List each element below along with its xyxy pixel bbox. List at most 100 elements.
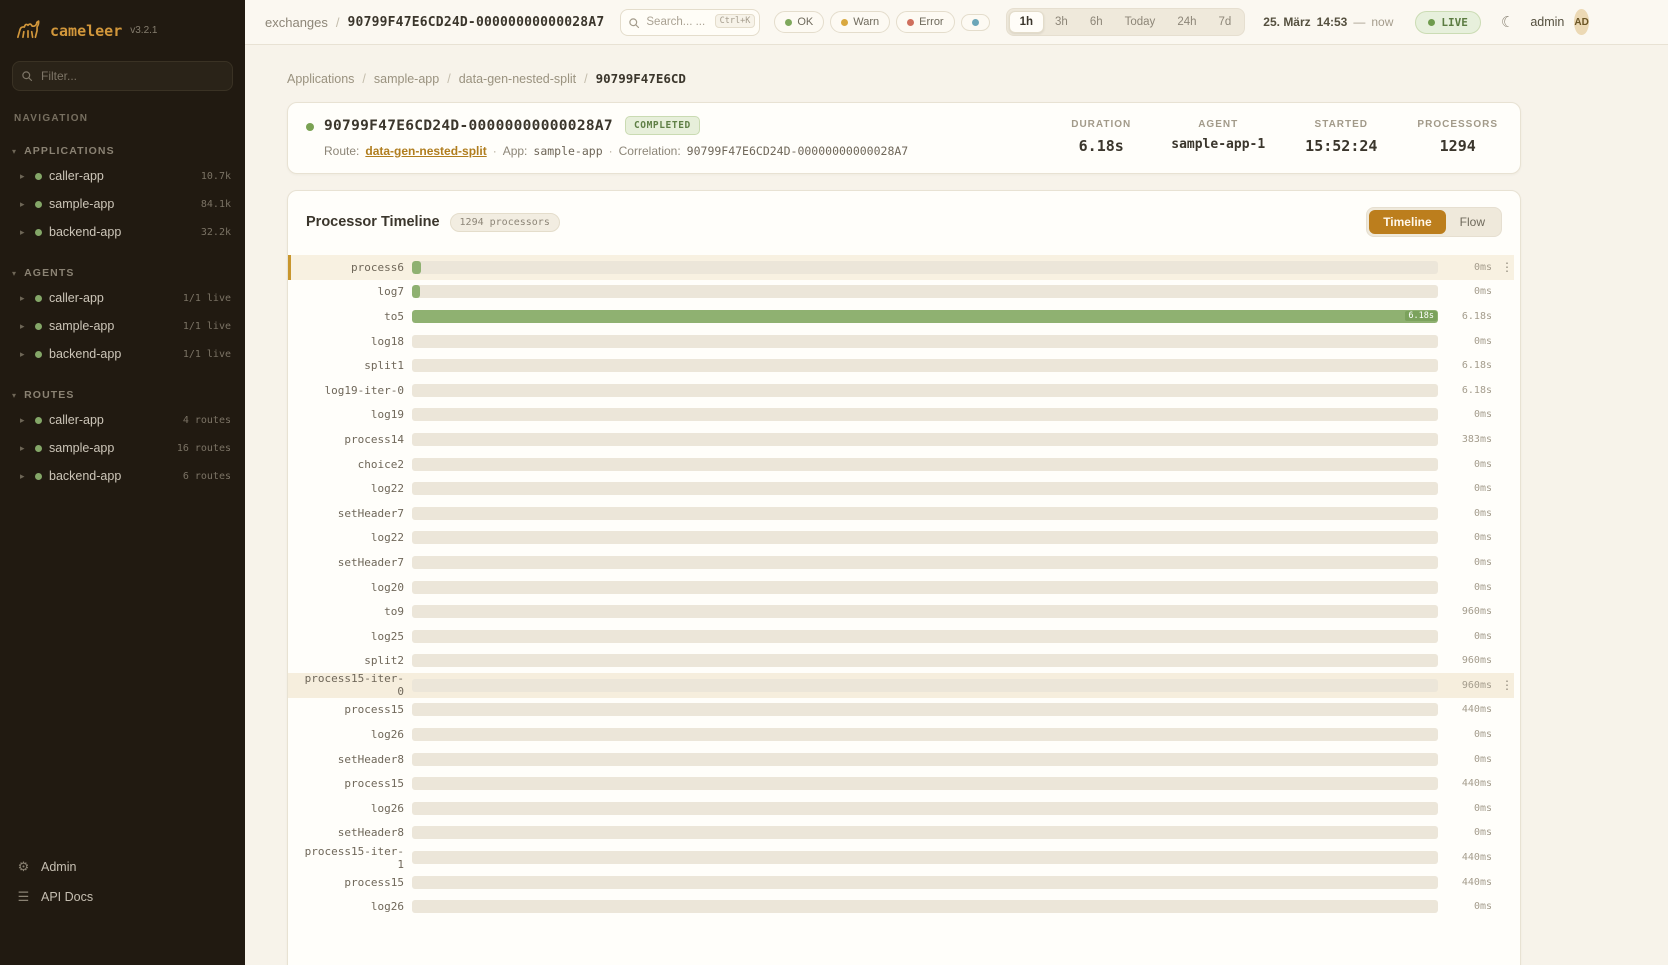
duration-value: 960ms [1446, 606, 1492, 617]
sidebar-item-label: backend-app [49, 225, 194, 239]
timeline-row-choice2[interactable]: choice2 0ms ⋮ [288, 452, 1514, 477]
timeline-track [412, 826, 1438, 839]
meta-separator: · [609, 144, 613, 158]
sidebar-footer-api-docs[interactable]: ☰ API Docs [16, 889, 229, 905]
kebab-menu-icon[interactable]: ⋮ [1500, 260, 1514, 274]
view-flow[interactable]: Flow [1446, 210, 1499, 234]
range-1h[interactable]: 1h [1009, 11, 1044, 33]
timeline-row-process15-iter-0[interactable]: process15-iter-0 960ms ⋮ [288, 673, 1514, 698]
sidebar-section-applications[interactable]: ▾ APPLICATIONS [0, 142, 245, 162]
status-dot-icon [35, 473, 42, 480]
timeline-bar [412, 285, 420, 298]
user-name: admin [1530, 15, 1564, 29]
timeline-row-setHeader8[interactable]: setHeader8 0ms ⋮ [288, 821, 1514, 846]
timeline-row-setHeader8[interactable]: setHeader8 0ms ⋮ [288, 747, 1514, 772]
sidebar-item-label: backend-app [49, 347, 176, 361]
processor-label: log18 [304, 335, 404, 348]
timeline-row-process14[interactable]: process14 383ms ⋮ [288, 427, 1514, 452]
sidebar-footer-admin[interactable]: ⚙ Admin [16, 859, 229, 875]
timeline-row-log26[interactable]: log26 0ms ⋮ [288, 894, 1514, 919]
sidebar-item-label: sample-app [49, 319, 176, 333]
timeline-row-setHeader7[interactable]: setHeader7 0ms ⋮ [288, 501, 1514, 526]
search-box: Ctrl+K [620, 9, 760, 36]
duration-value: 0ms [1446, 582, 1492, 593]
range-24h[interactable]: 24h [1166, 11, 1207, 33]
timeline-row-log20[interactable]: log20 0ms ⋮ [288, 575, 1514, 600]
processor-label: setHeader8 [304, 753, 404, 766]
filter-chip-warn[interactable]: Warn [830, 11, 890, 33]
timeline-row-log22[interactable]: log22 0ms ⋮ [288, 476, 1514, 501]
sidebar-section-agents[interactable]: ▾ AGENTS [0, 264, 245, 284]
timeline-row-log19-iter-0[interactable]: log19-iter-0 6.18s ⋮ [288, 378, 1514, 403]
filter-chip-error[interactable]: Error [896, 11, 954, 33]
sidebar-item-applications-sample-app[interactable]: ▸ sample-app 84.1k [0, 190, 245, 218]
timeline-row-log25[interactable]: log25 0ms ⋮ [288, 624, 1514, 649]
avatar[interactable]: AD [1574, 9, 1588, 35]
timeline-track [412, 802, 1438, 815]
live-badge[interactable]: LIVE [1415, 11, 1481, 34]
timeline-row-log18[interactable]: log18 0ms ⋮ [288, 329, 1514, 354]
sidebar-item-agents-caller-app[interactable]: ▸ caller-app 1/1 live [0, 284, 245, 312]
breadcrumb-data-gen-nested-split[interactable]: data-gen-nested-split [459, 72, 576, 86]
sidebar-item-applications-backend-app[interactable]: ▸ backend-app 32.2k [0, 218, 245, 246]
sidebar-item-agents-sample-app[interactable]: ▸ sample-app 1/1 live [0, 312, 245, 340]
timeline-row-split2[interactable]: split2 960ms ⋮ [288, 649, 1514, 674]
duration-value: 383ms [1446, 434, 1492, 445]
timeline-row-to9[interactable]: to9 960ms ⋮ [288, 599, 1514, 624]
duration-value: 440ms [1446, 852, 1492, 863]
meta-separator: · [493, 144, 497, 158]
duration-value: 960ms [1446, 680, 1492, 691]
time-range-group: 1h3h6hToday24h7d [1006, 8, 1246, 36]
footer-label: API Docs [41, 890, 93, 904]
timeline-row-split1[interactable]: split1 6.18s ⋮ [288, 353, 1514, 378]
sidebar-item-routes-caller-app[interactable]: ▸ caller-app 4 routes [0, 406, 245, 434]
timeline-row-process6[interactable]: process6 0ms ⋮ [288, 255, 1514, 280]
breadcrumb-separator: / [336, 15, 340, 30]
timeline-row-log22[interactable]: log22 0ms ⋮ [288, 526, 1514, 551]
range-7d[interactable]: 7d [1208, 11, 1243, 33]
timeline-row-process15[interactable]: process15 440ms ⋮ [288, 698, 1514, 723]
processor-label: to9 [304, 605, 404, 618]
sidebar-section-routes[interactable]: ▾ ROUTES [0, 386, 245, 406]
breadcrumb: Applications/sample-app/data-gen-nested-… [287, 71, 1668, 86]
sidebar-item-label: sample-app [49, 197, 194, 211]
timeline-row-log19[interactable]: log19 0ms ⋮ [288, 403, 1514, 428]
timeline-row-process15[interactable]: process15 440ms ⋮ [288, 870, 1514, 895]
processor-label: process15 [304, 777, 404, 790]
timeline-track [412, 728, 1438, 741]
status-dot-icon [35, 295, 42, 302]
view-timeline[interactable]: Timeline [1369, 210, 1445, 234]
duration-value: 0ms [1446, 754, 1492, 765]
chevron-right-icon: ▸ [20, 199, 28, 210]
timeline-row-setHeader7[interactable]: setHeader7 0ms ⋮ [288, 550, 1514, 575]
sidebar-filter-input[interactable] [12, 61, 233, 91]
sidebar-item-routes-sample-app[interactable]: ▸ sample-app 16 routes [0, 434, 245, 462]
timeline-row-log26[interactable]: log26 0ms ⋮ [288, 796, 1514, 821]
range-today[interactable]: Today [1114, 11, 1167, 33]
status-dot-icon [35, 201, 42, 208]
kebab-menu-icon[interactable]: ⋮ [1500, 678, 1514, 692]
filter-chip-dot[interactable] [961, 14, 990, 31]
timeline-row-process15-iter-1[interactable]: process15-iter-1 440ms ⋮ [288, 845, 1514, 870]
status-dot-icon [35, 229, 42, 236]
range-6h[interactable]: 6h [1079, 11, 1114, 33]
timeline-row-process15[interactable]: process15 440ms ⋮ [288, 771, 1514, 796]
moon-icon[interactable]: ☾ [1501, 13, 1514, 31]
route-link[interactable]: data-gen-nested-split [365, 144, 486, 158]
timeline-row-to5[interactable]: to5 6.18s 6.18s ⋮ [288, 304, 1514, 329]
breadcrumb-applications[interactable]: Applications [287, 72, 354, 86]
sidebar-item-routes-backend-app[interactable]: ▸ backend-app 6 routes [0, 462, 245, 490]
content-area: Applications/sample-app/data-gen-nested-… [245, 45, 1668, 965]
timeline-row-log7[interactable]: log7 0ms ⋮ [288, 280, 1514, 305]
range-3h[interactable]: 3h [1044, 11, 1079, 33]
search-icon [21, 70, 33, 82]
timeline-row-log26[interactable]: log26 0ms ⋮ [288, 722, 1514, 747]
breadcrumb-exchanges[interactable]: exchanges [265, 15, 328, 30]
search-icon [628, 17, 640, 29]
section-title: AGENTS [24, 267, 74, 279]
filter-chip-ok[interactable]: OK [774, 11, 824, 33]
timeline-header: Processor Timeline 1294 processors Timel… [288, 207, 1520, 237]
sidebar-item-applications-caller-app[interactable]: ▸ caller-app 10.7k [0, 162, 245, 190]
sidebar-item-agents-backend-app[interactable]: ▸ backend-app 1/1 live [0, 340, 245, 368]
breadcrumb-sample-app[interactable]: sample-app [374, 72, 439, 86]
